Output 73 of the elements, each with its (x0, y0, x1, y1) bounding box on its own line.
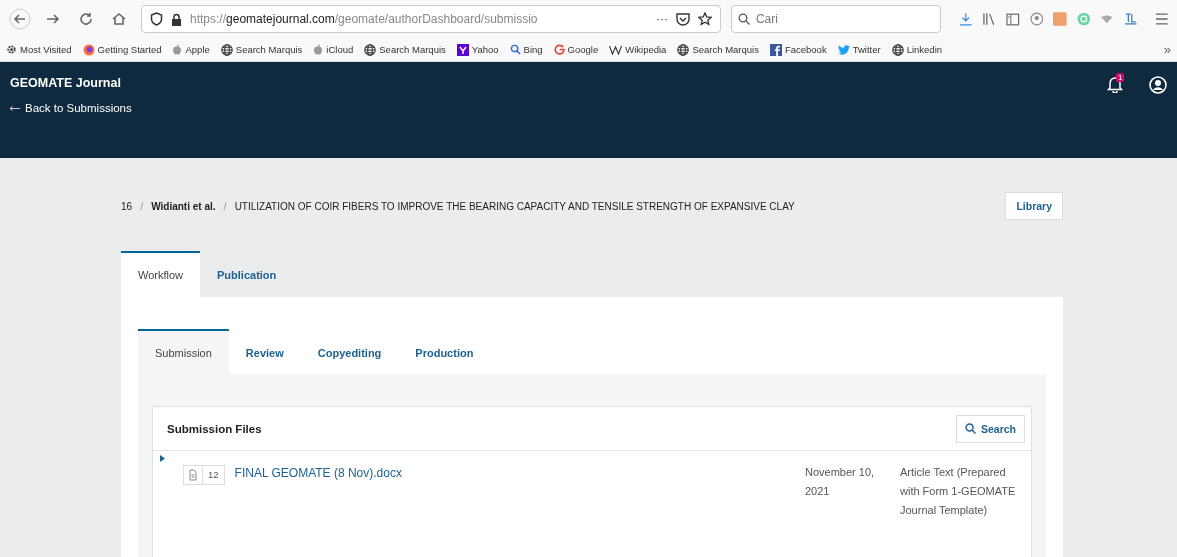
arrow-left-icon (10, 105, 20, 111)
bookmark-link[interactable]: Wikipedia (609, 44, 667, 55)
bookmark-link[interactable]: Most Visited (6, 44, 72, 55)
reload-icon (78, 11, 95, 27)
file-type: Article Text (Prepared with Form 1-GEOMATE Journal Template) (900, 465, 1017, 518)
globe-icon (677, 43, 690, 56)
bird-icon (837, 44, 850, 55)
notification-badge: 1 (1116, 73, 1125, 82)
bookmark-link[interactable]: Search Marquis (220, 43, 303, 56)
bookmark-link[interactable]: Facebook (769, 43, 827, 56)
library-icon[interactable] (982, 12, 997, 26)
shield-icon (150, 12, 163, 26)
search-icon (509, 44, 521, 55)
browser-logo-icon (82, 43, 95, 56)
globe-icon (891, 43, 904, 56)
url-text: https://geomatejournal.com/geomate/authorDashboard/submissio (190, 12, 539, 26)
tab[interactable]: Workflow (121, 251, 201, 297)
bookmark-link[interactable]: Apple (172, 44, 210, 55)
back-button[interactable] (8, 7, 32, 31)
facebook-logo-icon (769, 43, 782, 56)
search-button[interactable]: Search (955, 414, 1025, 443)
google-logo-icon (553, 44, 565, 55)
page-actions-menu[interactable]: ··· (655, 12, 668, 26)
yahoo-logo-icon (456, 43, 469, 56)
breadcrumb-separator: / (223, 200, 227, 212)
submission-authors: Widianti et al. (151, 200, 216, 212)
home-icon (111, 11, 128, 27)
stage-tab[interactable]: Review (228, 329, 301, 374)
account-icon[interactable] (1029, 12, 1044, 26)
bookmark-link[interactable]: Search Marquis (677, 43, 759, 56)
bookmark-link[interactable]: Linkedin (891, 43, 943, 56)
star-icon[interactable] (697, 12, 712, 26)
pocket-icon[interactable] (675, 12, 690, 26)
bookmark-link[interactable]: Google (553, 44, 599, 55)
search-icon (737, 13, 750, 25)
bookmark-link[interactable]: iCloud (313, 44, 354, 55)
apple-icon (313, 44, 324, 55)
submission-title: UTILIZATION OF COIR FIBERS TO IMPROVE THE BEARING CAPACITY AND TENSILE STRENGTH OF EXPANSIVE CLAY (234, 200, 795, 212)
stage-tab[interactable]: Production (398, 329, 491, 374)
breadcrumb-separator: / (140, 200, 144, 212)
stage-tab[interactable]: Copyediting (300, 329, 399, 374)
bookmarks-overflow-button[interactable]: » (1163, 42, 1171, 57)
menu-icon[interactable] (1155, 13, 1169, 25)
library-button[interactable]: Library (1005, 192, 1063, 220)
lock-icon (171, 12, 182, 26)
extension-icon[interactable] (1123, 12, 1138, 26)
bookmark-link[interactable]: Bing (509, 44, 543, 55)
bookmark-link[interactable]: Search Marquis (364, 43, 446, 56)
bookmark-link[interactable]: Yahoo (456, 43, 499, 56)
globe-icon (364, 43, 377, 56)
file-link[interactable]: FINAL GEOMATE (8 Nov).docx (234, 466, 805, 480)
extension-icon[interactable] (1100, 14, 1114, 24)
user-icon[interactable] (1149, 76, 1167, 94)
download-icon[interactable] (958, 12, 973, 26)
address-bar[interactable]: https://geomatejournal.com/geomate/authorDashboard/submissio ··· (141, 5, 721, 33)
file-id: 12 (202, 466, 224, 484)
search-icon (964, 423, 976, 434)
site-title: GEOMATE Journal (10, 76, 122, 90)
globe-icon (220, 43, 233, 56)
search-field[interactable]: Cari (730, 5, 941, 33)
bookmark-link[interactable]: Twitter (837, 44, 881, 55)
sidebar-icon[interactable] (1006, 12, 1020, 26)
file-date: November 10, 2021 (805, 465, 876, 499)
bell-icon[interactable] (1107, 76, 1123, 93)
tab[interactable]: Publication (200, 251, 294, 297)
bookmark-link[interactable]: Getting Started (82, 43, 162, 56)
stage-tab[interactable]: Submission (138, 329, 229, 374)
card-title: Submission Files (167, 422, 262, 435)
gear-icon (6, 44, 17, 55)
wikipedia-logo-icon (609, 44, 623, 55)
apple-icon (172, 44, 183, 55)
submission-id: 16 (121, 200, 133, 212)
back-link[interactable]: Back to Submissions (25, 102, 132, 114)
